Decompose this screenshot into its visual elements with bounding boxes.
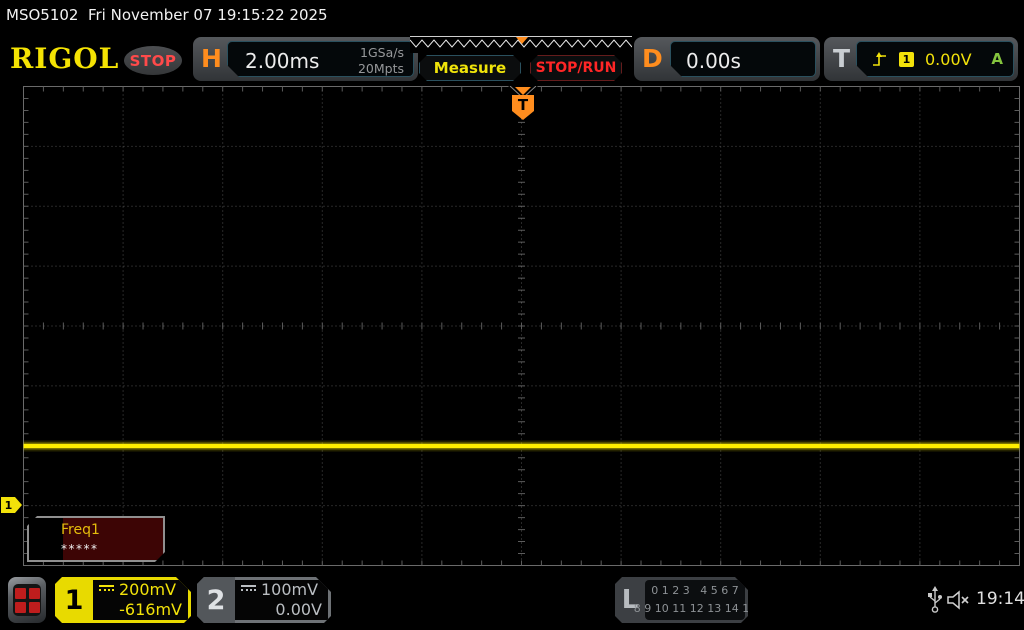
- usb-device-icon: [926, 586, 944, 614]
- grid-minor-ticks: [24, 87, 1020, 566]
- run-state-badge: STOP: [124, 46, 182, 75]
- trigger-source-badge: 1: [899, 52, 914, 67]
- channel2-values: 100mV 0.00V: [235, 580, 328, 620]
- dc-coupling-icon: [99, 585, 114, 595]
- rising-edge-icon: [871, 51, 888, 68]
- trigger-label: T: [833, 46, 850, 71]
- logic-channels-badge[interactable]: L 0 1 2 3 4 5 6 7 8 9 10 11 12 13 14 15: [615, 577, 748, 623]
- memory-depth: 20Mpts: [358, 61, 404, 77]
- sample-rate: 1GSa/s: [358, 45, 404, 61]
- speaker-muted-icon: [946, 590, 972, 610]
- delay-value: 0.00s: [686, 49, 741, 73]
- logic-row-2: 8 9 10 11 12 13 14 15: [634, 600, 756, 618]
- graticule-display: T 1: [0, 86, 1024, 566]
- waveform-preview-strip[interactable]: [410, 36, 632, 53]
- trigger-level-value: 0.00V: [925, 50, 972, 69]
- preview-trigger-marker-icon[interactable]: [516, 37, 528, 44]
- channel1-badge[interactable]: 1 200mV -616mV: [55, 577, 191, 623]
- rigol-logo: RIGOL: [10, 42, 119, 75]
- stop-run-button[interactable]: STOP/RUN: [530, 55, 622, 81]
- timebase-value: 2.00ms: [245, 49, 319, 73]
- horizontal-timebase-control[interactable]: H 2.00ms 1GSa/s 20Mpts: [193, 37, 418, 81]
- channel1-number: 1: [55, 577, 93, 623]
- trigger-control[interactable]: T 1 0.00V A: [824, 37, 1018, 81]
- channel2-scale: 100mV: [261, 580, 318, 600]
- trigger-position-flag[interactable]: T: [508, 86, 538, 120]
- acquisition-rates: 1GSa/s 20Mpts: [358, 45, 404, 78]
- measure-button[interactable]: Measure: [419, 55, 521, 81]
- channel2-offset: 0.00V: [275, 600, 322, 620]
- status-bar-title: MSO5102 Fri November 07 19:15:22 2025: [6, 6, 328, 24]
- measurement-name: Freq1: [61, 522, 100, 538]
- svg-text:1: 1: [5, 499, 13, 512]
- measurement-value: *****: [61, 542, 99, 556]
- measurement-result-box[interactable]: Freq1 *****: [27, 516, 165, 562]
- channel2-number: 2: [197, 577, 235, 623]
- delay-panel: 0.00s: [670, 41, 816, 77]
- system-clock: 19:14: [976, 589, 1024, 609]
- menu-grid-button[interactable]: [8, 577, 46, 623]
- channel1-offset: -616mV: [119, 600, 182, 620]
- four-red-squares-menu-icon: [13, 584, 41, 616]
- delay-label: D: [642, 46, 663, 71]
- dc-coupling-icon: [241, 585, 256, 595]
- channel2-badge[interactable]: 2 100mV 0.00V: [197, 577, 331, 623]
- trigger-panel: 1 0.00V A: [856, 41, 1014, 77]
- horizontal-panel: 2.00ms 1GSa/s 20Mpts: [227, 41, 414, 77]
- channel1-ground-marker[interactable]: 1: [1, 497, 22, 513]
- channel1-scale: 200mV: [119, 580, 176, 600]
- logic-row-1: 0 1 2 3 4 5 6 7: [651, 582, 738, 600]
- channel1-values: 200mV -616mV: [93, 580, 188, 620]
- logic-channel-list: 0 1 2 3 4 5 6 7 8 9 10 11 12 13 14 15: [645, 580, 745, 620]
- svg-text:T: T: [518, 96, 529, 114]
- horizontal-label: H: [201, 46, 222, 71]
- delay-control[interactable]: D 0.00s: [634, 37, 820, 81]
- trigger-sweep-mode: A: [991, 50, 1003, 68]
- oscilloscope-screen: MSO5102 Fri November 07 19:15:22 2025 RI…: [0, 0, 1024, 630]
